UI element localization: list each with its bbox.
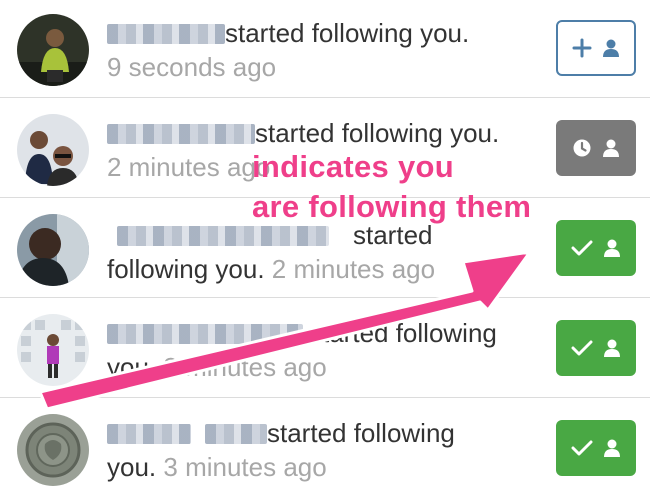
annotation-text-line1: indicates you (252, 149, 455, 184)
annotation-text-line2: are following them (252, 189, 532, 224)
annotation-arrow (38, 250, 532, 411)
